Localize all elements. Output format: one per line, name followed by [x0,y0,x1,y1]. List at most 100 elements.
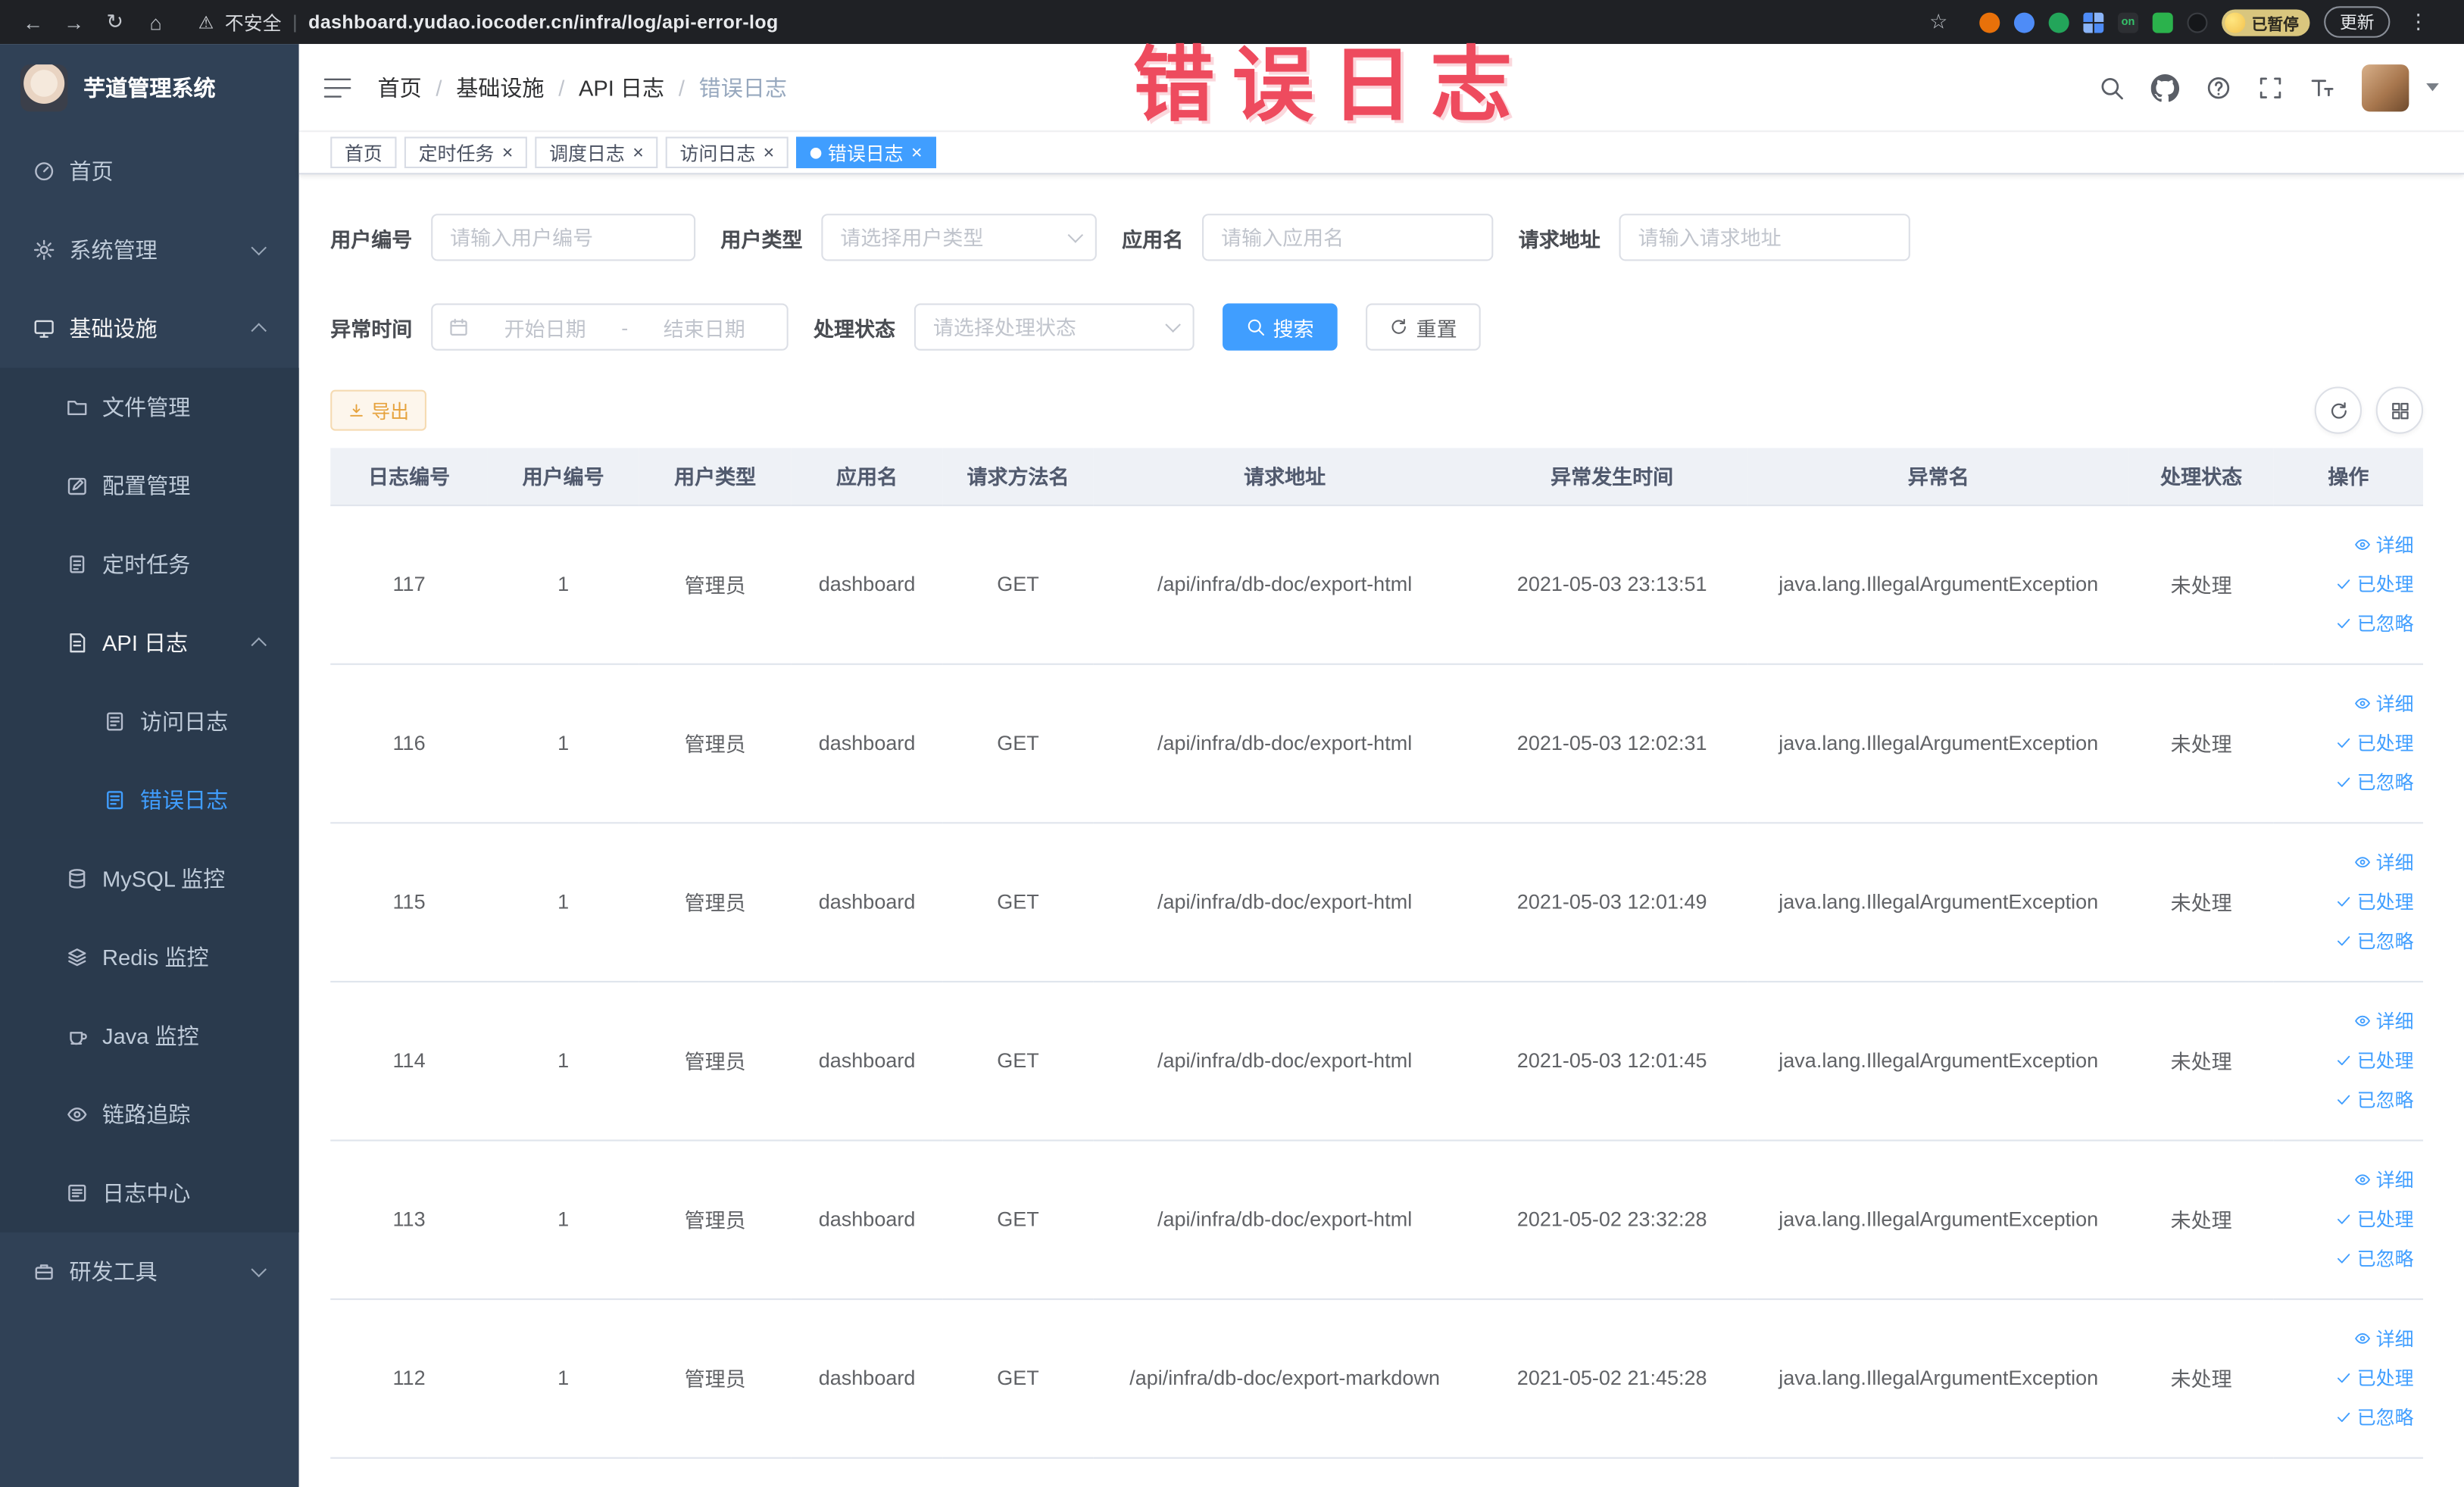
action-detail-link[interactable]: 详细 [2274,1001,2414,1041]
browser-back-icon[interactable]: ← [19,10,47,33]
breadcrumb-item[interactable]: API 日志 [579,71,664,103]
user-id-input[interactable] [431,214,696,261]
search-icon[interactable] [2099,75,2124,100]
chevron-down-icon[interactable] [2426,83,2439,92]
breadcrumb-item[interactable]: 首页 [378,71,422,103]
fullscreen-icon[interactable] [2258,75,2283,100]
tab-调度日志[interactable]: 调度日志 × [535,136,658,169]
check-icon [2335,1051,2353,1069]
close-icon[interactable]: × [502,143,514,162]
action-ignore-link[interactable]: 已忽略 [2274,604,2414,643]
browser-home-icon[interactable]: ⌂ [142,10,170,33]
sidebar-item[interactable]: 链路追踪 [0,1075,299,1154]
sidebar-item[interactable]: Java 监控 [0,996,299,1076]
process-status-select[interactable] [913,303,1195,351]
help-icon[interactable] [2206,75,2231,100]
sidebar-item[interactable]: 配置管理 [0,446,299,526]
action-processed-link[interactable]: 已处理 [2274,564,2414,604]
action-processed-link[interactable]: 已处理 [2274,1041,2414,1080]
action-processed-link[interactable]: 已处理 [2274,723,2414,763]
profile-paused-badge[interactable]: 已暂停 [2222,8,2310,36]
breadcrumb-item[interactable]: 基础设施 [456,71,544,103]
tab-首页[interactable]: 首页 [330,136,397,169]
user-type-select[interactable] [821,214,1097,261]
table-cell: /api/infra/db-doc/export-html [1093,505,1476,664]
sidebar-item[interactable]: 文件管理 [0,367,299,447]
hamburger-icon[interactable] [323,75,352,100]
table-cell: 2021-05-02 21:45:28 [1476,1298,1748,1458]
table-cell: 未处理 [2128,505,2274,664]
action-ignore-link[interactable]: 已忽略 [2274,921,2414,961]
browser-update-button[interactable]: 更新 [2324,6,2391,38]
table-cell: /api/infra/db-doc/export-html [1093,663,1476,823]
close-icon[interactable]: × [632,143,644,162]
reset-button[interactable]: 重置 [1366,303,1481,351]
row-actions: 详细已处理已忽略 [2273,980,2424,1141]
action-ignore-link[interactable]: 已忽略 [2274,1398,2414,1437]
app-name-input[interactable] [1202,214,1494,261]
bookmark-star-icon[interactable]: ☆ [1925,9,1953,34]
request-url-input[interactable] [1619,214,1910,261]
action-detail-link[interactable]: 详细 [2274,1160,2414,1199]
extension-icon-leaf[interactable] [2152,11,2173,33]
extension-icon-green[interactable] [2048,11,2069,33]
browser-menu-icon[interactable]: ⋮ [2404,9,2432,34]
action-processed-link[interactable]: 已处理 [2274,1199,2414,1239]
process-status-select-input[interactable] [913,303,1195,351]
action-detail-link[interactable]: 详细 [2274,1319,2414,1358]
sidebar-item[interactable]: 访问日志 [0,682,299,761]
refresh-button[interactable] [2314,386,2363,434]
browser-reload-icon[interactable]: ↻ [101,9,129,34]
tab-定时任务[interactable]: 定时任务 × [404,136,527,169]
exception-time-range-picker[interactable]: 开始日期 - 结束日期 [431,303,789,351]
breadcrumb-item: 错误日志 [698,74,787,100]
font-size-icon[interactable] [2309,75,2334,100]
column-header: 异常发生时间 [1476,448,1748,506]
sidebar-item[interactable]: 系统管理 [0,211,299,289]
sidebar-item[interactable]: 首页 [0,132,299,211]
user-avatar[interactable] [2362,64,2409,111]
sidebar-item[interactable]: 错误日志 [0,761,299,840]
browser-forward-icon[interactable]: → [60,10,88,33]
action-processed-link[interactable]: 已处理 [2274,882,2414,921]
sidebar-item[interactable]: 日志中心 [0,1154,299,1232]
action-detail-link[interactable]: 详细 [2274,684,2414,723]
table-cell: java.lang.IllegalArgumentException [1747,1298,2129,1458]
action-label: 已处理 [2356,1050,2414,1073]
tab-访问日志[interactable]: 访问日志 × [665,136,789,169]
sidebar-item[interactable]: Redis 监控 [0,917,299,997]
github-icon[interactable] [2150,73,2180,102]
export-button[interactable]: 导出 [330,389,426,431]
url-text[interactable]: dashboard.yudao.iocoder.cn/infra/log/api… [308,11,778,33]
action-detail-link[interactable]: 详细 [2274,525,2414,564]
action-ignore-link[interactable]: 已忽略 [2274,762,2414,801]
sidebar-item[interactable]: API 日志 [0,603,299,683]
extension-icon-grid[interactable] [2083,11,2104,33]
app-logo[interactable]: 芋道管理系统 [0,44,299,132]
search-button[interactable]: 搜索 [1223,303,1338,351]
sidebar-item[interactable]: 研发工具 [0,1232,299,1311]
user-type-select-input[interactable] [821,214,1097,261]
action-label: 详细 [2375,851,2414,874]
extension-icon-paw[interactable] [2187,11,2208,33]
action-ignore-link[interactable]: 已忽略 [2274,1080,2414,1120]
check-icon [2335,575,2353,592]
extension-icon-red[interactable] [1979,11,2000,33]
close-icon[interactable]: × [764,143,775,162]
sidebar-item[interactable]: MySQL 监控 [0,839,299,918]
logo-title: 芋道管理系统 [83,75,216,101]
extension-icon-on[interactable]: on [2118,11,2139,33]
sidebar-item[interactable]: 基础设施 [0,289,299,368]
db-icon [66,867,88,889]
action-processed-link[interactable]: 已处理 [2274,1358,2414,1398]
action-ignore-link[interactable]: 已忽略 [2274,1239,2414,1278]
column-settings-button[interactable] [2375,386,2424,434]
tab-错误日志[interactable]: 错误日志 × [796,136,937,169]
address-bar[interactable]: ⚠ 不安全 | dashboard.yudao.iocoder.cn/infra… [198,8,779,35]
action-detail-link[interactable]: 详细 [2274,842,2414,882]
sidebar-item-label: API 日志 [102,630,189,656]
close-icon[interactable]: × [911,143,923,162]
extension-icon-blue[interactable] [2013,11,2035,33]
table-row: 117 1 管理员 dashboard GET/api/infra/db-doc/exp… [330,505,2424,664]
sidebar-item[interactable]: 定时任务 [0,525,299,604]
